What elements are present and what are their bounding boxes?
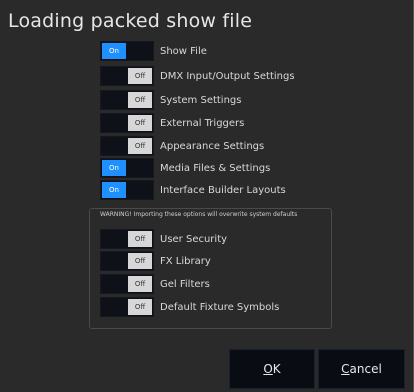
ok-label-rest: K (272, 362, 281, 376)
toggle-state: On (102, 182, 126, 198)
default-fixture-symbols-toggle[interactable]: Off (100, 297, 154, 317)
system-settings-label: System Settings (160, 94, 242, 106)
fx-library-toggle[interactable]: Off (100, 251, 154, 271)
fx-library-label: FX Library (160, 255, 211, 267)
option-fx-library: Off FX Library (100, 251, 211, 271)
external-triggers-label: External Triggers (160, 117, 245, 129)
toggle-state: On (102, 43, 126, 59)
dialog-title: Loading packed show file (8, 10, 253, 32)
appearance-settings-label: Appearance Settings (160, 140, 265, 152)
show-file-label: Show File (160, 45, 207, 57)
option-appearance-settings: Off Appearance Settings (100, 136, 264, 156)
option-user-security: Off User Security (100, 229, 227, 249)
gel-filters-toggle[interactable]: Off (100, 274, 154, 294)
toggle-state: On (102, 160, 126, 176)
ok-button[interactable]: OK (229, 349, 315, 389)
media-files-toggle[interactable]: On (100, 158, 154, 178)
toggle-state: Off (128, 231, 152, 247)
default-fixture-symbols-label: Default Fixture Symbols (160, 301, 280, 313)
ok-mnemonic: O (263, 362, 273, 376)
option-default-fixture-symbols: Off Default Fixture Symbols (100, 297, 279, 317)
toggle-state: Off (128, 299, 152, 315)
cancel-button[interactable]: Cancel (318, 349, 405, 389)
dmx-settings-toggle[interactable]: Off (100, 66, 154, 86)
toggle-state: Off (128, 253, 152, 269)
appearance-settings-toggle[interactable]: Off (100, 136, 154, 156)
warning-text: WARNING! Importing these options will ov… (100, 211, 298, 218)
external-triggers-toggle[interactable]: Off (100, 113, 154, 133)
show-file-toggle[interactable]: On (100, 41, 154, 61)
toggle-state: Off (128, 115, 152, 131)
load-packed-show-dialog: Loading packed show file On Show File Of… (0, 0, 414, 392)
toggle-state: Off (128, 68, 152, 84)
toggle-state: Off (128, 138, 152, 154)
option-gel-filters: Off Gel Filters (100, 274, 210, 294)
option-dmx-settings: Off DMX Input/Output Settings (100, 66, 295, 86)
gel-filters-label: Gel Filters (160, 278, 210, 290)
option-external-triggers: Off External Triggers (100, 113, 244, 133)
dmx-settings-label: DMX Input/Output Settings (160, 70, 295, 82)
user-security-toggle[interactable]: Off (100, 229, 154, 249)
interface-builder-toggle[interactable]: On (100, 180, 154, 200)
interface-builder-label: Interface Builder Layouts (160, 184, 286, 196)
cancel-mnemonic: C (341, 362, 350, 376)
option-show-file: On Show File (100, 41, 207, 61)
user-security-label: User Security (160, 233, 228, 245)
option-system-settings: Off System Settings (100, 90, 241, 110)
media-files-label: Media Files & Settings (160, 162, 271, 174)
option-interface-builder: On Interface Builder Layouts (100, 180, 286, 200)
toggle-state: Off (128, 276, 152, 292)
toggle-state: Off (128, 92, 152, 108)
option-media-files: On Media Files & Settings (100, 158, 270, 178)
system-settings-toggle[interactable]: Off (100, 90, 154, 110)
cancel-label-rest: ancel (349, 362, 382, 376)
